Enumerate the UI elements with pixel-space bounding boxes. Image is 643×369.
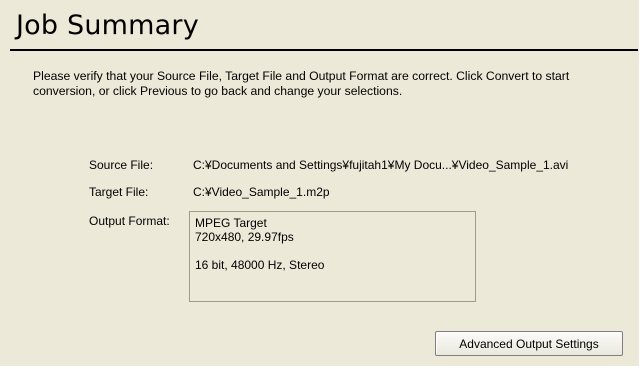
title-divider (10, 49, 638, 51)
instructions-text: Please verify that your Source File, Tar… (33, 69, 570, 98)
source-file-value: C:¥Documents and Settings¥fujitah1¥My Do… (193, 158, 569, 172)
output-format-line: 720x480, 29.97fps (195, 230, 294, 244)
source-file-label: Source File: (89, 158, 154, 172)
target-file-label: Target File: (89, 185, 149, 199)
window-edge-right (639, 0, 643, 369)
page-title: Job Summary (16, 10, 199, 41)
output-format-label: Output Format: (89, 214, 170, 228)
job-summary-panel: Job Summary Please verify that your Sour… (0, 0, 643, 369)
output-format-spacer (195, 244, 475, 258)
output-format-line: MPEG Target (195, 216, 267, 230)
output-format-line: 16 bit, 48000 Hz, Stereo (195, 258, 325, 272)
advanced-output-settings-button[interactable]: Advanced Output Settings (435, 331, 623, 356)
target-file-value: C:¥Video_Sample_1.m2p (193, 185, 330, 199)
output-format-box: MPEG Target 720x480, 29.97fps 16 bit, 48… (189, 211, 476, 302)
